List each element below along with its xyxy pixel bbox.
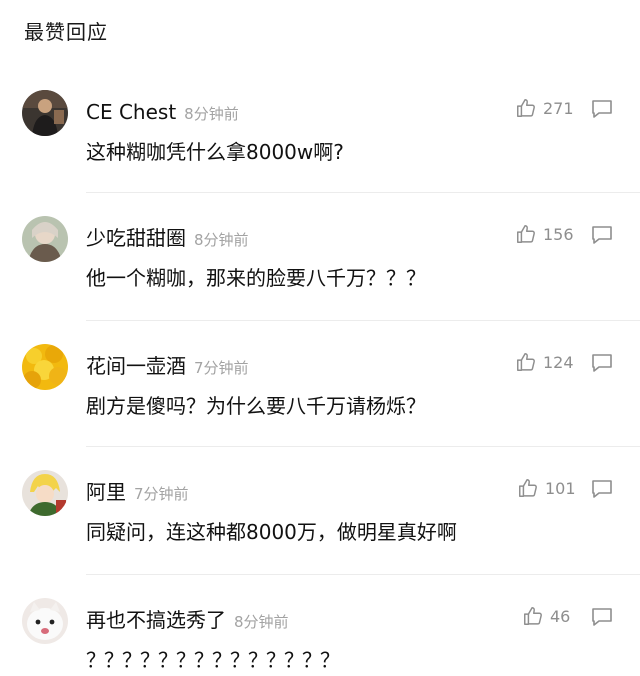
thumbs-up-icon bbox=[517, 225, 535, 243]
thumbs-up-icon bbox=[517, 353, 535, 371]
comment-text: 他一个糊咖，那来的脸要八千万？？？ bbox=[86, 266, 426, 290]
like-button[interactable]: 271 bbox=[515, 97, 574, 119]
comment-text: 同疑问，连这种都8000万，做明星真好啊 bbox=[86, 520, 457, 544]
reply-button[interactable] bbox=[590, 224, 614, 246]
comment-text: 这种糊咖凭什么拿8000w啊? bbox=[86, 140, 344, 164]
reply-button[interactable] bbox=[590, 352, 614, 374]
username[interactable]: CE Chest 8分钟前 bbox=[86, 98, 239, 128]
avatar[interactable] bbox=[22, 470, 68, 516]
username[interactable]: 少吃甜甜圈 8分钟前 bbox=[86, 224, 249, 254]
thumbs-up-icon bbox=[517, 99, 535, 117]
section-title: 最赞回应 bbox=[24, 20, 108, 44]
comment-bubble-icon bbox=[592, 354, 612, 372]
thumbs-up-icon bbox=[519, 479, 537, 497]
like-count: 46 bbox=[550, 606, 571, 626]
like-button[interactable]: 46 bbox=[522, 605, 570, 627]
avatar[interactable] bbox=[22, 90, 68, 136]
reply-button[interactable] bbox=[590, 478, 614, 500]
divider bbox=[86, 446, 640, 447]
like-button[interactable]: 101 bbox=[517, 477, 576, 499]
timestamp: 8分钟前 bbox=[184, 105, 239, 123]
avatar[interactable] bbox=[22, 598, 68, 644]
comment-bubble-icon bbox=[592, 608, 612, 626]
reply-button[interactable] bbox=[590, 98, 614, 120]
username[interactable]: 花间一壶酒 7分钟前 bbox=[86, 352, 249, 382]
username-text: 少吃甜甜圈 bbox=[86, 226, 186, 250]
username-text: 再也不搞选秀了 bbox=[86, 608, 226, 632]
username[interactable]: 阿里 7分钟前 bbox=[86, 478, 189, 508]
like-count: 101 bbox=[545, 478, 576, 498]
divider bbox=[86, 192, 640, 193]
username-text: 阿里 bbox=[86, 480, 126, 504]
timestamp: 7分钟前 bbox=[194, 359, 249, 377]
username-text: 花间一壶酒 bbox=[86, 354, 186, 378]
comment-bubble-icon bbox=[592, 100, 612, 118]
username[interactable]: 再也不搞选秀了 8分钟前 bbox=[86, 606, 289, 636]
thumbs-up-icon bbox=[524, 607, 542, 625]
divider bbox=[86, 320, 640, 321]
like-count: 156 bbox=[543, 224, 574, 244]
comment-text: ？？？？？？？？？？？？？？ bbox=[86, 648, 340, 672]
divider bbox=[86, 574, 640, 575]
username-text: CE Chest bbox=[86, 100, 177, 124]
timestamp: 8分钟前 bbox=[234, 613, 289, 631]
timestamp: 8分钟前 bbox=[194, 231, 249, 249]
avatar[interactable] bbox=[22, 344, 68, 390]
like-button[interactable]: 156 bbox=[515, 223, 574, 245]
like-button[interactable]: 124 bbox=[515, 351, 574, 373]
comment-bubble-icon bbox=[592, 226, 612, 244]
like-count: 124 bbox=[543, 352, 574, 372]
avatar[interactable] bbox=[22, 216, 68, 262]
like-count: 271 bbox=[543, 98, 574, 118]
comment-text: 剧方是傻吗？为什么要八千万请杨烁？ bbox=[86, 394, 426, 418]
timestamp: 7分钟前 bbox=[134, 485, 189, 503]
comment-bubble-icon bbox=[592, 480, 612, 498]
reply-button[interactable] bbox=[590, 606, 614, 628]
